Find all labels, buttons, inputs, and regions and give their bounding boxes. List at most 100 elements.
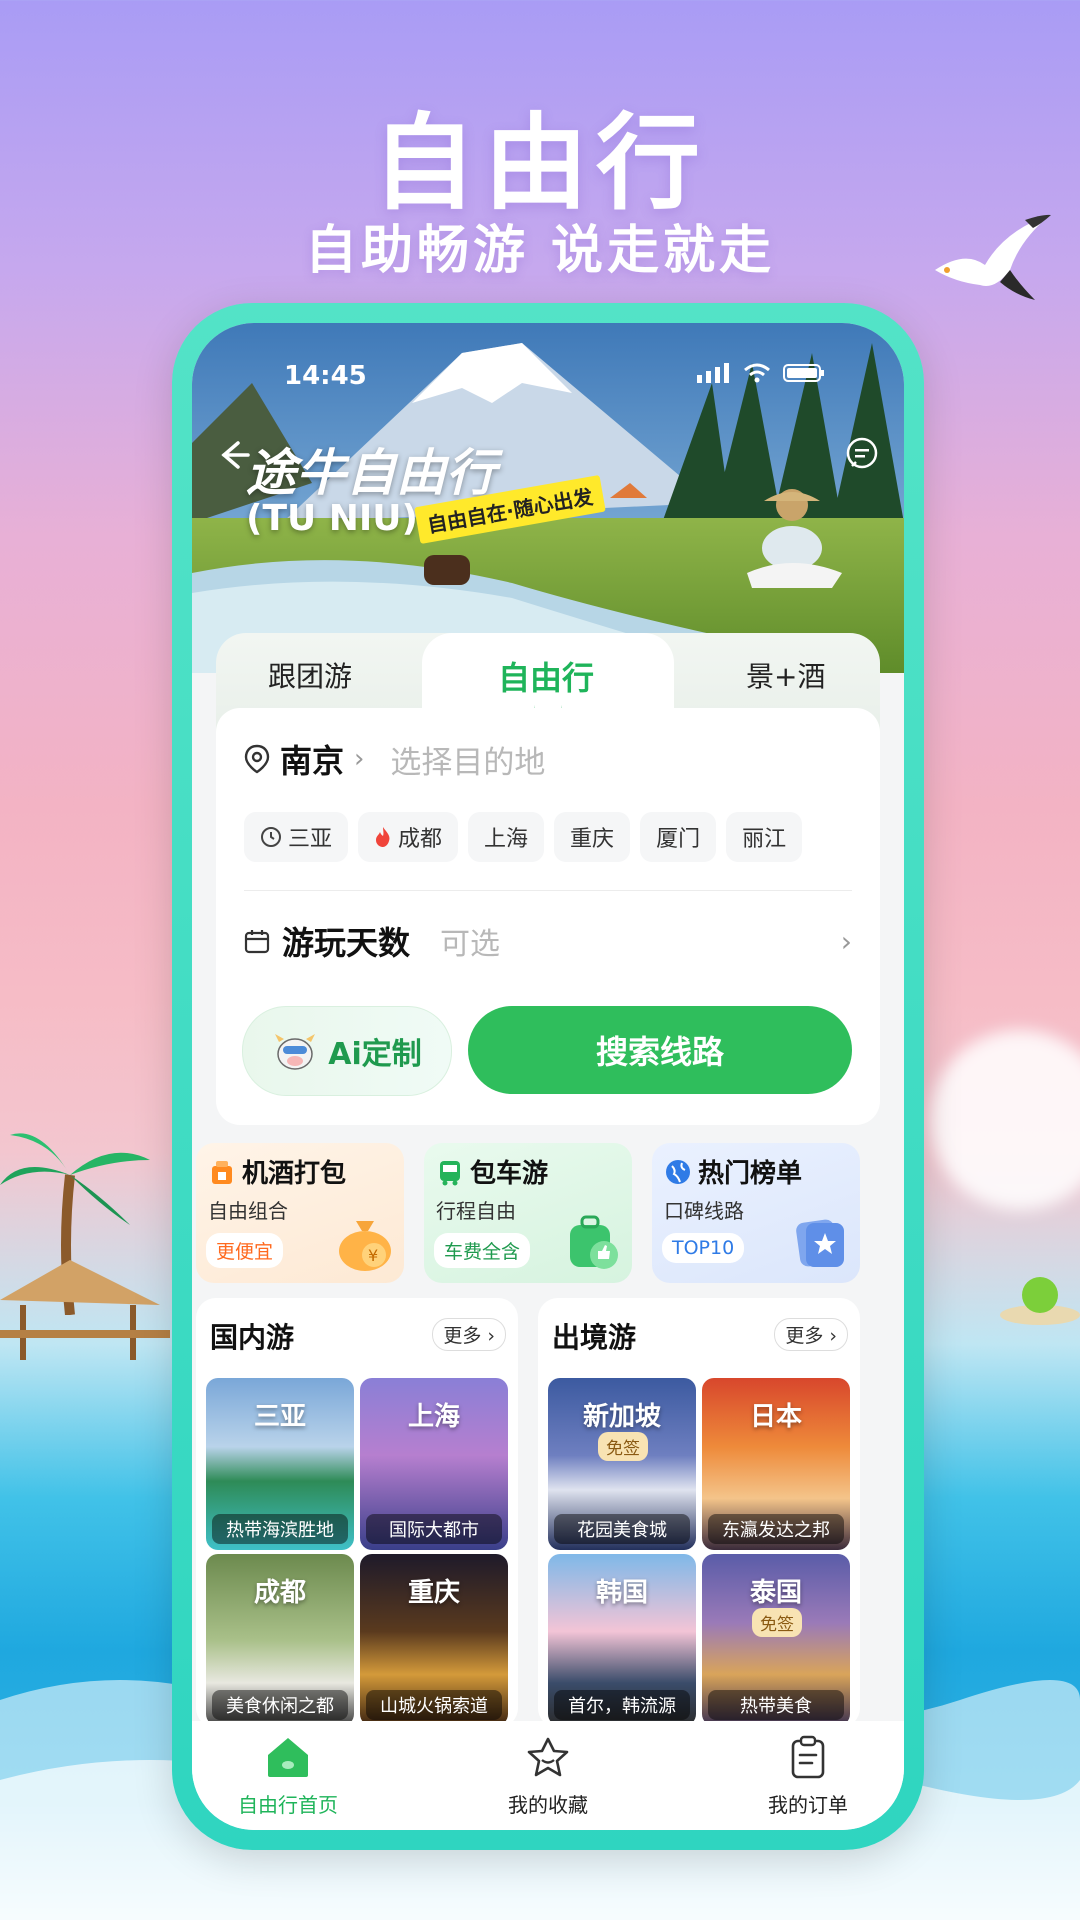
- clock-icon: [261, 827, 281, 847]
- chevron-right-icon: ›: [354, 744, 365, 774]
- destination-tile-sanya[interactable]: 三亚 热带海滨胜地: [206, 1378, 354, 1550]
- feature-title-text: 包车游: [470, 1159, 549, 1189]
- feature-badge: TOP10: [662, 1233, 745, 1263]
- tabbar-label: 自由行首页: [238, 1793, 338, 1817]
- tile-caption: 热带海滨胜地: [212, 1514, 348, 1544]
- destination-tile-chongqing[interactable]: 重庆 山城火锅索道: [360, 1554, 508, 1726]
- tile-name: 泰国: [749, 1578, 802, 1608]
- tabbar-home[interactable]: 自由行首页: [208, 1735, 368, 1818]
- tile-caption: 东瀛发达之邦: [708, 1514, 844, 1544]
- destination-tile-shanghai[interactable]: 上海 国际大都市: [360, 1378, 508, 1550]
- feature-badge: 车费全含: [434, 1233, 531, 1268]
- city-chip-xiamen[interactable]: 厦门: [640, 812, 717, 862]
- tab-free-travel[interactable]: 自由行: [498, 653, 594, 699]
- destination-tile-chengdu[interactable]: 成都 美食休闲之都: [206, 1554, 354, 1726]
- search-routes-button[interactable]: 搜索线路: [468, 1006, 852, 1094]
- bus-icon: [440, 1160, 460, 1185]
- signal-icon: [697, 363, 729, 383]
- city-chip-chengdu[interactable]: 成都: [358, 812, 459, 862]
- tabbar-label: 我的收藏: [508, 1793, 588, 1817]
- tile-caption: 首尔，韩流源: [554, 1690, 690, 1720]
- ai-custom-button[interactable]: Ai定制: [242, 1006, 452, 1096]
- battery-icon: [783, 364, 824, 382]
- tile-name: 上海: [407, 1402, 460, 1432]
- phone-frame: 14:45 途牛自由行 (TU NIU) 自由自在·随心出发 跟团游 自由行 景…: [172, 303, 924, 1850]
- ai-custom-label: Ai定制: [328, 1037, 422, 1072]
- hot-city-chips: 三亚 成都 上海 重庆 厦门 丽江: [244, 812, 803, 862]
- feature-title: 机酒打包: [208, 1153, 346, 1190]
- feature-flight-hotel[interactable]: 机酒打包 自由组合 更便宜 ¥: [196, 1143, 404, 1283]
- status-time: 14:45: [284, 361, 367, 391]
- hero-banner: 14:45 途牛自由行 (TU NIU) 自由自在·随心出发: [192, 323, 904, 673]
- feature-title: 热门榜单: [664, 1153, 802, 1190]
- destination-tile-japan[interactable]: 日本 东瀛发达之邦: [702, 1378, 850, 1550]
- tile-name: 日本: [749, 1402, 802, 1432]
- tile-name: 韩国: [595, 1578, 648, 1608]
- city-chip-label: 三亚: [288, 827, 333, 852]
- destination-tile-korea[interactable]: 韩国 首尔，韩流源: [548, 1554, 696, 1726]
- city-chip-label: 成都: [398, 827, 443, 852]
- destination-tile-thailand[interactable]: 泰国 免签 热带美食: [702, 1554, 850, 1726]
- city-chip-label: 重庆: [570, 827, 615, 852]
- promo-subtitle: 自助畅游 说走就走: [304, 221, 776, 281]
- tabbar-orders[interactable]: 我的订单: [728, 1735, 888, 1818]
- feature-subtitle: 自由组合: [208, 1199, 288, 1223]
- svg-text:¥: ¥: [368, 1246, 378, 1265]
- days-placeholder: 可选: [440, 927, 501, 962]
- section-title: 国内游: [210, 1321, 295, 1354]
- home-icon: [268, 1738, 308, 1777]
- tabbar-favorites[interactable]: 我的收藏: [468, 1735, 628, 1818]
- visa-free-badge: 免签: [598, 1432, 648, 1461]
- city-chip-label: 厦门: [656, 827, 701, 852]
- tile-caption: 热带美食: [708, 1690, 844, 1720]
- thumbs-up-bag-icon: [570, 1215, 618, 1269]
- fire-icon: [376, 827, 390, 847]
- feature-subtitle: 行程自由: [436, 1199, 516, 1223]
- hotel-icon: [212, 1160, 232, 1184]
- more-label: 更多: [443, 1325, 482, 1347]
- tab-scenic-hotel[interactable]: 景+酒: [746, 655, 825, 695]
- app-screen: 14:45 途牛自由行 (TU NIU) 自由自在·随心出发 跟团游 自由行 景…: [192, 323, 904, 1830]
- origin-city[interactable]: 南京: [280, 736, 344, 782]
- chevron-right-icon: ›: [840, 924, 852, 958]
- divider: [244, 890, 852, 891]
- tile-caption: 美食休闲之都: [212, 1690, 348, 1720]
- feature-hot-list[interactable]: 热门榜单 口碑线路 TOP10: [652, 1143, 860, 1283]
- tile-caption: 国际大都市: [366, 1514, 502, 1544]
- tile-caption: 花园美食城: [554, 1514, 690, 1544]
- money-bag-icon: ¥: [339, 1221, 391, 1271]
- days-selector[interactable]: 游玩天数 可选 ›: [244, 918, 852, 964]
- city-chip-chongqing[interactable]: 重庆: [554, 812, 631, 862]
- star-card-icon: [796, 1219, 844, 1267]
- clipboard-icon: [791, 1735, 825, 1779]
- status-icons: [697, 363, 825, 383]
- feature-badge: 更便宜: [206, 1233, 284, 1268]
- more-button[interactable]: 更多 ›: [432, 1318, 506, 1351]
- feature-title-text: 机酒打包: [242, 1159, 347, 1189]
- more-button[interactable]: 更多 ›: [774, 1318, 848, 1351]
- feature-title-text: 热门榜单: [698, 1159, 803, 1189]
- section-title: 出境游: [552, 1321, 637, 1354]
- tab-group-tour[interactable]: 跟团游: [268, 655, 352, 695]
- location-row: 南京 › 选择目的地: [244, 736, 545, 782]
- city-chip-shanghai[interactable]: 上海: [468, 812, 545, 862]
- city-chip-sanya[interactable]: 三亚: [244, 812, 349, 862]
- destination-input[interactable]: 选择目的地: [390, 737, 545, 782]
- abroad-section: 出境游 更多 › 新加坡 免签 花园美食城 日本 东瀛发达之邦 韩国 首尔，韩流…: [538, 1298, 860, 1728]
- city-chip-lijiang[interactable]: 丽江: [726, 812, 803, 862]
- feature-subtitle: 口碑线路: [664, 1199, 744, 1223]
- hero-brand: 途牛自由行: [246, 444, 496, 502]
- tile-name: 三亚: [253, 1402, 306, 1432]
- star-icon: [527, 1737, 569, 1777]
- tabbar-label: 我的订单: [768, 1793, 848, 1817]
- cow-mascot-icon: [275, 1034, 316, 1070]
- message-icon[interactable]: [844, 436, 880, 472]
- bottom-tab-bar: 自由行首页 我的收藏 我的订单: [192, 1721, 904, 1830]
- cloud-decoration: [930, 1030, 1080, 1210]
- calendar-icon: [244, 930, 270, 954]
- tile-name: 重庆: [407, 1578, 460, 1608]
- feature-chartered-car[interactable]: 包车游 行程自由 车费全含: [424, 1143, 632, 1283]
- seagull-icon: [935, 214, 1051, 300]
- domestic-section: 国内游 更多 › 三亚 热带海滨胜地 上海 国际大都市 成都 美食休闲之都 重庆…: [196, 1298, 518, 1728]
- destination-tile-singapore[interactable]: 新加坡 免签 花园美食城: [548, 1378, 696, 1550]
